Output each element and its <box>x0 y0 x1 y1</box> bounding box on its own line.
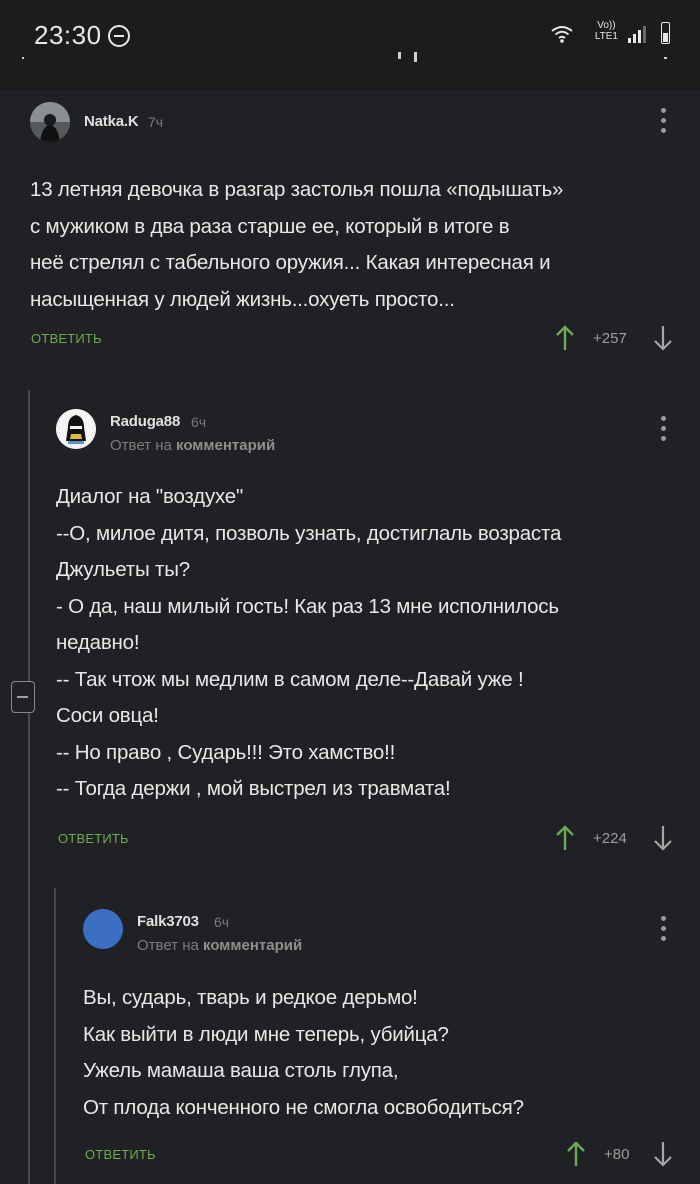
text-line: Джульеты ты? <box>56 558 190 581</box>
reply-to-link[interactable]: комментарий <box>176 437 275 454</box>
status-time: 23:30 <box>34 20 102 50</box>
username[interactable]: Falk3703 <box>137 913 199 930</box>
arrow-up-icon[interactable] <box>555 824 575 852</box>
text-line: - О да, наш милый гость! Как раз 13 мне … <box>56 594 559 618</box>
comment-raduga: Raduga88 6ч Ответ на комментарий Диалог … <box>0 395 700 875</box>
text-line: Диалог на "воздухе" <box>56 485 244 508</box>
rating: +80 <box>604 1146 630 1163</box>
username[interactable]: Raduga88 <box>110 413 180 430</box>
arrow-down-icon[interactable] <box>653 824 673 852</box>
avatar[interactable] <box>56 409 96 449</box>
scrolled-header-peek <box>0 52 700 66</box>
status-icons: Vo)) LTE1 <box>520 20 670 50</box>
text-line: -- Так чтож мы медлим в самом деле--Дава… <box>56 667 524 691</box>
text-line: --О, милое дитя, позволь узнать, достигл… <box>56 521 562 545</box>
rating: +224 <box>593 830 627 847</box>
text-line: 13 летняя девочка в разгар застолья пошл… <box>30 178 564 201</box>
text-line: Как выйти в люди мне теперь, убийца? <box>83 1022 449 1046</box>
reply-to-prefix: Ответ на <box>137 937 199 954</box>
more-vertical-icon[interactable] <box>661 916 667 942</box>
username[interactable]: Natka.K <box>84 113 139 130</box>
reply-button[interactable]: ОТВЕТИТЬ <box>85 1147 156 1162</box>
text-line: -- Тогда держи , мой выстрел из травмата… <box>56 777 451 800</box>
reply-to-link[interactable]: комментарий <box>203 937 302 954</box>
comment-text: 13 летняя девочка в разгар застолья пошл… <box>30 172 680 318</box>
text-line: недавно! <box>56 631 140 654</box>
status-bar: 23:30 Vo)) LTE1 <box>0 0 700 90</box>
signal-icon <box>628 26 646 43</box>
avatar-image <box>30 102 70 142</box>
volte-text: Vo)) <box>597 20 616 31</box>
text-line: с мужиком в два раза старше ее, который … <box>30 214 510 238</box>
comment-natka: Natka.K 7ч 13 летняя девочка в разгар за… <box>0 90 700 370</box>
rating: +257 <box>593 330 627 347</box>
text-line: насыщенная у людей жизнь...охуеть просто… <box>30 287 455 311</box>
wifi-icon <box>551 26 573 43</box>
more-vertical-icon[interactable] <box>661 108 667 134</box>
text-line: Соси овца! <box>56 704 159 727</box>
comment-text: Вы, сударь, тварь и редкое дерьмо! Как в… <box>83 980 683 1126</box>
comment-time: 6ч <box>214 914 230 930</box>
text-line: -- Но право , Сударь!!! Это хамство!! <box>56 740 396 764</box>
avatar[interactable] <box>83 909 123 949</box>
reply-button[interactable]: ОТВЕТИТЬ <box>31 331 102 346</box>
text-line: неё стрелял с табельного оружия... Какая… <box>30 251 551 274</box>
text-line: От плода конченного не смогла освободить… <box>83 1095 524 1119</box>
arrow-down-icon[interactable] <box>653 1140 673 1168</box>
reply-to[interactable]: Ответ на комментарий <box>110 437 275 454</box>
lte-text: LTE1 <box>594 31 618 42</box>
text-line: Ужель мамаша ваша столь глупа, <box>83 1059 399 1082</box>
avatar-image <box>56 409 96 449</box>
reply-to[interactable]: Ответ на комментарий <box>137 937 302 954</box>
battery-icon <box>661 22 670 44</box>
do-not-disturb-icon <box>108 25 130 47</box>
text-line: Вы, сударь, тварь и редкое дерьмо! <box>83 986 418 1009</box>
more-vertical-icon[interactable] <box>661 416 667 442</box>
comment-time: 6ч <box>191 414 207 430</box>
comment-falk: Falk3703 6ч Ответ на комментарий Вы, суд… <box>0 895 700 1184</box>
arrow-up-icon[interactable] <box>555 324 575 352</box>
avatar[interactable] <box>30 102 70 142</box>
comment-time: 7ч <box>148 114 164 130</box>
arrow-up-icon[interactable] <box>566 1140 586 1168</box>
arrow-down-icon[interactable] <box>653 324 673 352</box>
reply-button[interactable]: ОТВЕТИТЬ <box>58 831 129 846</box>
reply-to-prefix: Ответ на <box>110 437 172 454</box>
network-label: Vo)) LTE1 <box>595 20 618 42</box>
comment-text: Диалог на "воздухе" --О, милое дитя, поз… <box>56 479 686 808</box>
